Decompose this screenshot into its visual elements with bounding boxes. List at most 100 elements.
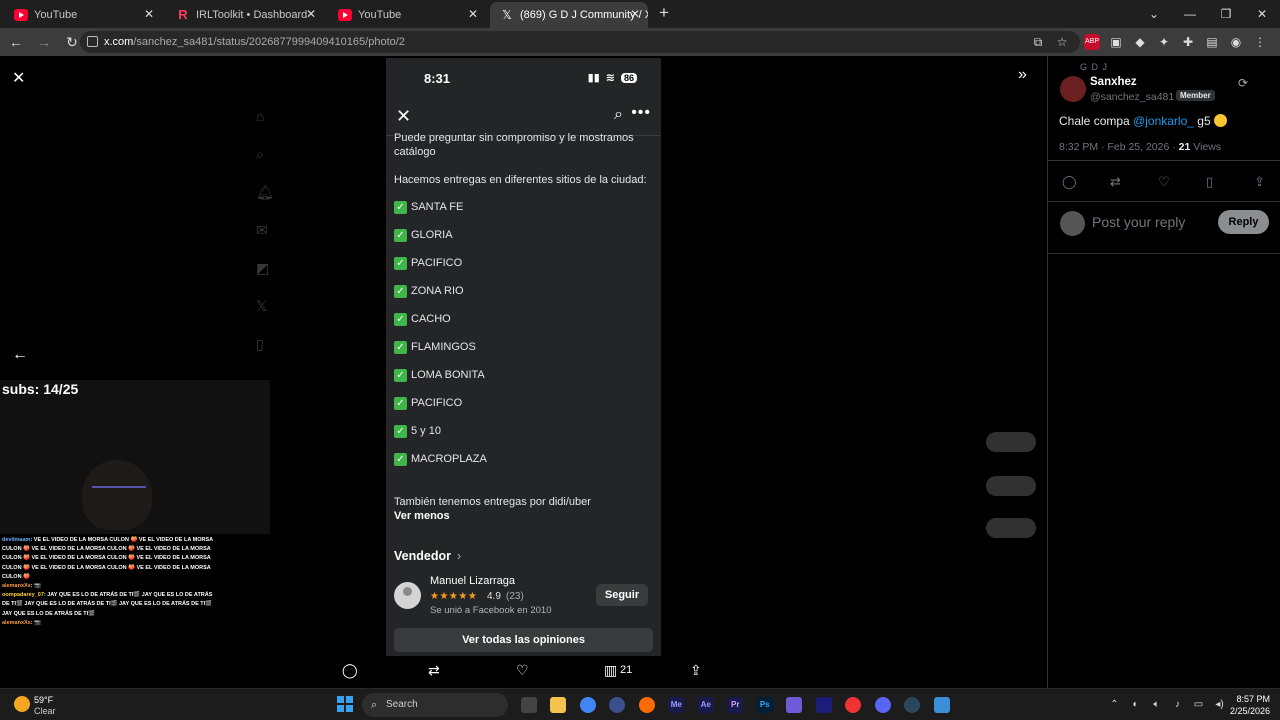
like-icon[interactable]: ♡ [1158, 174, 1170, 190]
taskbar-clock[interactable]: 8:57 PM 2/25/2026 [1226, 693, 1270, 717]
bookmark-star-icon[interactable]: ☆ [1050, 31, 1074, 53]
like-icon[interactable]: ♡ [516, 662, 529, 679]
location-name: PACIFICO [411, 257, 463, 269]
bg-nav-premium-icon: 𝕏 [256, 298, 268, 314]
repost-icon[interactable]: ⇄ [428, 662, 440, 679]
author-name[interactable]: Sanxhez [1090, 76, 1137, 88]
taskbar-search[interactable]: ⌕ Search [362, 693, 508, 717]
tab-x-community[interactable]: 𝕏 (869) G D J Community / X ✕ [490, 2, 648, 28]
restore-button[interactable]: ❐ [1208, 0, 1244, 28]
share-icon[interactable]: ⇪ [690, 662, 702, 679]
bg-nav-home-icon: ⌂ [256, 108, 265, 124]
tab-title: IRLToolkit • Dashboard [196, 9, 308, 21]
chevron-down-icon[interactable]: ⌄ [1136, 0, 1172, 28]
tab-title: YouTube [358, 9, 402, 21]
app-icon[interactable] [809, 693, 839, 717]
location-name: FLAMINGOS [411, 341, 476, 353]
display-icon[interactable]: ▭ [1188, 693, 1209, 717]
app-icon[interactable] [603, 693, 633, 717]
reply-icon[interactable]: ◯ [342, 662, 358, 679]
task-view-icon[interactable] [514, 693, 544, 717]
back-button[interactable]: ← [4, 30, 28, 54]
profile-icon[interactable]: ◉ [1224, 30, 1248, 54]
tab-youtube-2[interactable]: YouTube ✕ [328, 2, 486, 28]
after-effects-icon[interactable]: Ae [691, 693, 721, 717]
location-name: MACROPLAZA [411, 453, 487, 465]
post-photo[interactable]: 8:31 ▮▮ ≋ 86 ✕ ⌕ ••• Puede preguntar sin… [386, 58, 661, 656]
tab-irltoolkit[interactable]: R IRLToolkit • Dashboard ✕ [166, 2, 324, 28]
battery-icon: 86 [620, 72, 637, 83]
chevron-up-icon[interactable]: ⌃ [1104, 693, 1125, 717]
reply-icon[interactable]: ◯ [1062, 174, 1077, 190]
adblock-icon[interactable]: ABP [1084, 34, 1100, 50]
extension-icon[interactable]: ✦ [1152, 30, 1176, 54]
install-app-icon[interactable]: ⧉ [1026, 31, 1050, 53]
tab-youtube-1[interactable]: YouTube ✕ [4, 2, 162, 28]
see-less-link: Ver menos [394, 510, 450, 522]
mention-link[interactable]: @jonkarlo_ [1133, 114, 1194, 128]
app-icon[interactable] [780, 693, 810, 717]
views-icon[interactable]: ▥ [604, 662, 617, 679]
close-tab-icon[interactable]: ✕ [306, 7, 316, 21]
previous-photo-icon[interactable]: ← [12, 346, 28, 364]
extension-icon[interactable]: ▣ [1104, 30, 1128, 54]
photoshop-icon[interactable]: Ps [750, 693, 780, 717]
address-bar[interactable]: x.com/sanchez_sa481/status/2026877999409… [80, 31, 1080, 53]
close-tab-icon[interactable]: ✕ [630, 7, 640, 21]
tweet-panel: G D J Sanxhez @sanchez_sa481 Member ⟳ Ch… [1047, 56, 1280, 688]
taskbar-apps: Me Ae Pr Ps [514, 693, 957, 717]
tab-title: (869) G D J Community / X [520, 9, 648, 21]
tweet-timestamp[interactable]: 8:32 PM · Feb 25, 2026 · [1059, 141, 1179, 153]
weather-widget[interactable]: 59°F Clear [14, 693, 74, 717]
app-icon[interactable] [927, 693, 957, 717]
author-avatar[interactable] [1060, 76, 1086, 102]
minimize-button[interactable]: — [1172, 0, 1208, 28]
bookmark-icon[interactable]: ▯ [1206, 174, 1213, 190]
check-icon: ✓ [394, 200, 407, 214]
windows-taskbar: 59°F Clear ⌕ Search Me Ae Pr Ps ⌃ ◐ 🔈︎ ♪… [0, 688, 1280, 720]
author-handle[interactable]: @sanchez_sa481 [1090, 91, 1174, 103]
sidepanel-icon[interactable]: ▤ [1200, 30, 1224, 54]
mic-icon[interactable]: ♪ [1167, 693, 1188, 717]
media-encoder-icon[interactable]: Me [662, 693, 692, 717]
bg-nav-bookmarks-icon: ▯ [256, 336, 264, 352]
app-icon[interactable] [632, 693, 662, 717]
location-name: PACIFICO [411, 397, 463, 409]
site-info-icon[interactable] [87, 36, 98, 47]
community-name[interactable]: G D J [1080, 62, 1108, 72]
close-tab-icon[interactable]: ✕ [144, 7, 154, 21]
listing-description: Puede preguntar sin compromiso y le most… [394, 131, 656, 523]
share-icon[interactable]: ⇪ [1254, 174, 1265, 190]
puzzle-icon[interactable]: ✚ [1176, 30, 1200, 54]
discord-icon[interactable] [868, 693, 898, 717]
seller-heading: Vendedor › [394, 549, 461, 563]
reply-button[interactable]: Reply [1218, 210, 1269, 234]
clock-time: 8:57 PM [1236, 694, 1270, 704]
collapse-panel-icon[interactable]: » [1018, 66, 1027, 84]
forward-button[interactable]: → [32, 30, 56, 54]
seller-rating: 4.9 [487, 591, 501, 602]
close-viewer-icon[interactable]: ✕ [12, 68, 25, 88]
more-icon: ••• [631, 104, 651, 121]
tray-app-icon[interactable]: ◐ [1125, 693, 1146, 717]
close-window-button[interactable]: ✕ [1244, 0, 1280, 28]
extension-icon[interactable]: ◆ [1128, 30, 1152, 54]
repost-icon[interactable]: ⇄ [1110, 174, 1121, 190]
subs-counter: subs: 14/25 [2, 381, 79, 397]
new-tab-button[interactable]: + [654, 4, 674, 24]
app-icon[interactable] [839, 693, 869, 717]
bg-nav-notifications-icon: 🔔︎ [256, 184, 274, 200]
menu-dots-icon[interactable]: ⋮ [1248, 30, 1272, 54]
steam-icon[interactable] [898, 693, 928, 717]
file-explorer-icon[interactable] [544, 693, 574, 717]
volume-icon[interactable]: 🔈︎ [1146, 693, 1167, 717]
grok-icon[interactable]: ⟳ [1238, 76, 1248, 90]
tab-title: YouTube [34, 9, 78, 21]
windows-start-icon[interactable] [337, 696, 353, 712]
reply-input[interactable]: Post your reply [1092, 214, 1185, 230]
seller-name: Manuel Lizarraga [430, 575, 515, 587]
premiere-icon[interactable]: Pr [721, 693, 751, 717]
laughing-emoji-icon [1213, 114, 1227, 127]
chrome-icon[interactable] [573, 693, 603, 717]
close-tab-icon[interactable]: ✕ [468, 7, 478, 21]
